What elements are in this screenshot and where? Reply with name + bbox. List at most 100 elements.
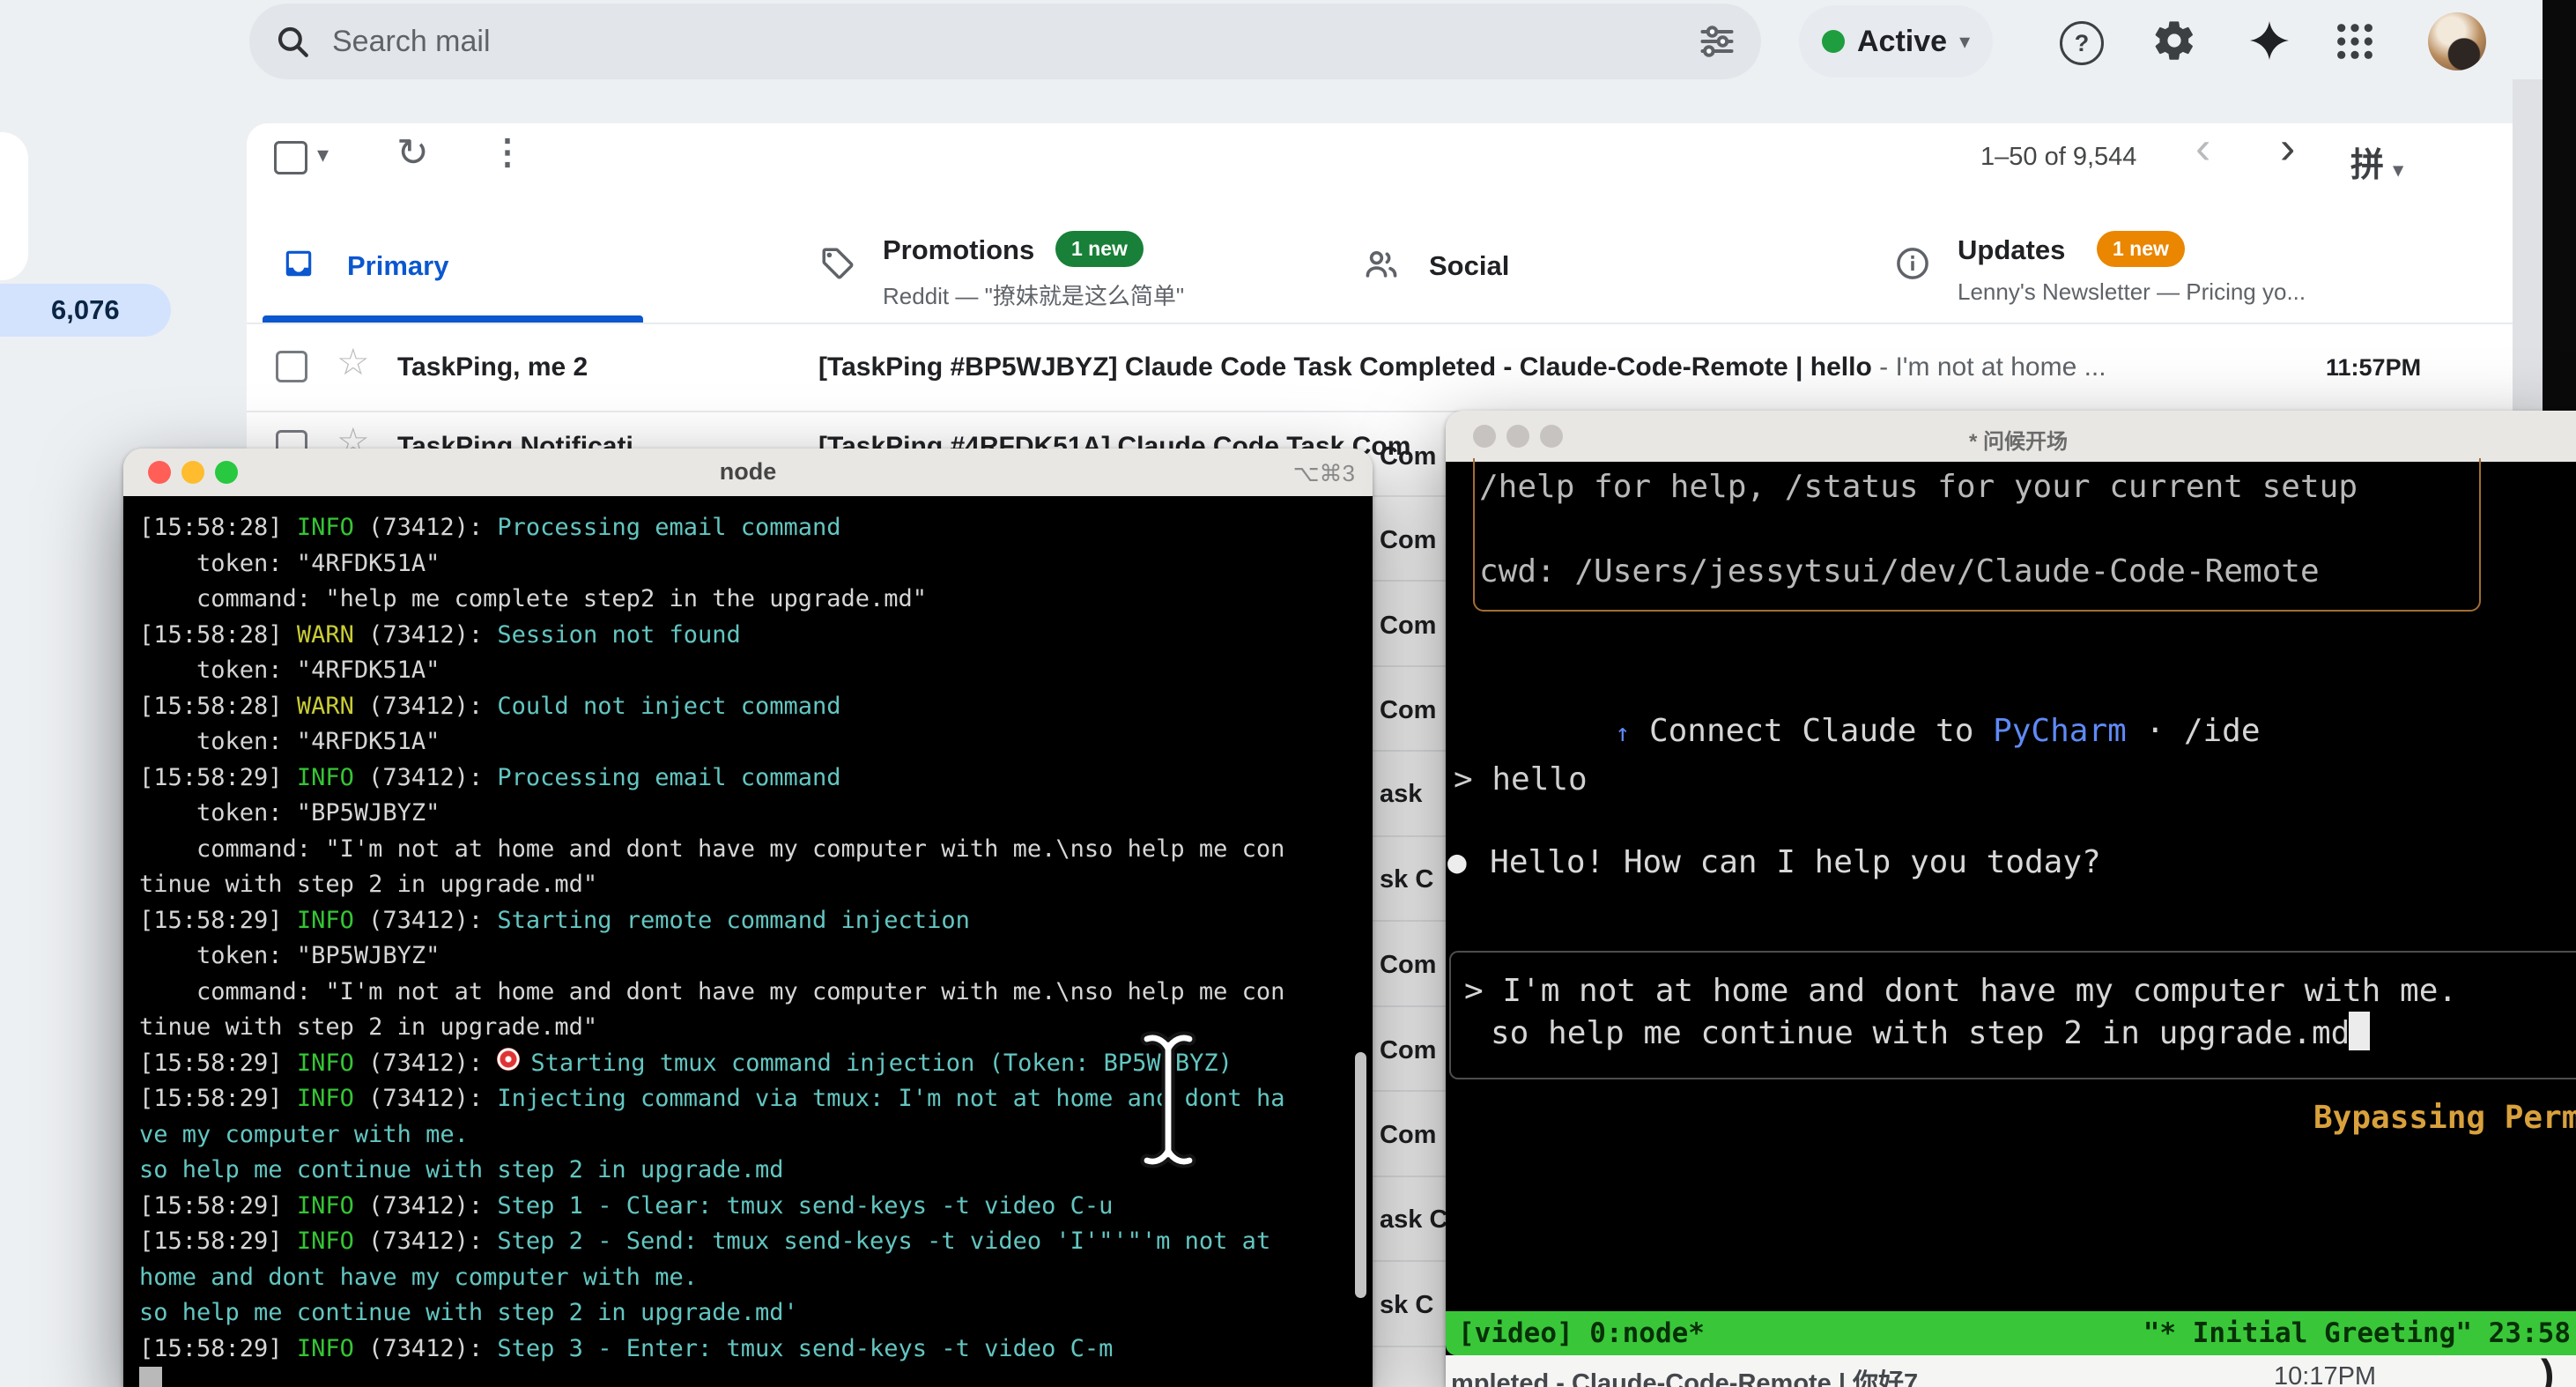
gemini-sparkle-icon[interactable] bbox=[2248, 19, 2291, 62]
log-line: token: "BP5WJBYZ" bbox=[139, 938, 1373, 975]
node-terminal-output[interactable]: [15:58:28] INFO (73412): Processing emai… bbox=[123, 496, 1373, 1387]
window-title: node bbox=[123, 458, 1373, 486]
up-arrow-icon: ↑ bbox=[1615, 718, 1630, 747]
assistant-response: ● Hello! How can I help you today? bbox=[1447, 844, 2101, 880]
tab-updates[interactable]: Updates 1 new Lenny's Newsletter — Prici… bbox=[1876, 220, 2423, 323]
ibeam-cursor bbox=[1135, 1031, 1202, 1168]
log-line: [15:58:28] WARN (73412): Could not injec… bbox=[139, 689, 1373, 725]
gmail-scrollbar[interactable] bbox=[2513, 79, 2543, 411]
occluded-subject-fragment: Com bbox=[1380, 951, 1436, 980]
log-line: token: "4RFDK51A" bbox=[139, 653, 1373, 689]
zoom-button[interactable] bbox=[1540, 425, 1563, 448]
occluded-subject-fragment: Com bbox=[1380, 526, 1436, 555]
input-line-1[interactable]: > I'm not at home and dont have my compu… bbox=[1464, 973, 2457, 1009]
cwd-line: cwd: /Users/jessytsui/dev/Claude-Code-Re… bbox=[1479, 553, 2320, 590]
log-line: tinue with step 2 in upgrade.md" bbox=[139, 867, 1373, 903]
occluded-subject-fragment: sk C bbox=[1380, 1291, 1433, 1320]
input-method-indicator[interactable]: 拼 ▾ bbox=[2350, 137, 2403, 186]
minimize-button[interactable] bbox=[1506, 425, 1529, 448]
help-icon[interactable]: ? bbox=[2060, 21, 2104, 65]
avatar[interactable] bbox=[2428, 12, 2486, 70]
help-hint: /help for help, /status for your current… bbox=[1479, 469, 2358, 505]
claude-titlebar[interactable]: * 问候开场 bbox=[1446, 411, 2576, 463]
apps-grid-icon[interactable] bbox=[2335, 21, 2375, 62]
row-checkbox[interactable] bbox=[276, 351, 307, 382]
occluded-subject-fragment: ask bbox=[1380, 780, 1422, 809]
target-emoji-icon bbox=[497, 1048, 520, 1071]
status-chip[interactable]: Active ▾ bbox=[1799, 5, 1993, 78]
status-dot-icon bbox=[1822, 30, 1845, 53]
node-terminal-window[interactable]: node ⌥⌘3 [15:58:28] INFO (73412): Proces… bbox=[123, 449, 1373, 1387]
occluded-subject-fragment: Com bbox=[1380, 696, 1436, 725]
log-line: command: "I'm not at home and dont have … bbox=[139, 832, 1373, 868]
occluded-subject-fragment: sk C bbox=[1380, 865, 1433, 894]
tab-updates-label: Updates bbox=[1958, 234, 2065, 266]
sidebar-pill bbox=[0, 132, 28, 280]
tabs-divider bbox=[247, 323, 2543, 324]
response-bullet-icon: ● bbox=[1447, 844, 1467, 880]
tab-updates-badge: 1 new bbox=[2097, 231, 2185, 267]
tmux-window-title: "* Initial Greeting" 23:58 bbox=[2143, 1317, 2571, 1349]
info-icon bbox=[1894, 245, 1931, 282]
row-time: 11:57PM bbox=[2326, 354, 2421, 382]
log-line: so help me continue with step 2 in upgra… bbox=[139, 1295, 1373, 1331]
permissions-mode-status: Bypassing Perm bbox=[2313, 1100, 2576, 1136]
row-subject: [TaskPing #BP5WJBYZ] Claude Code Task Co… bbox=[818, 352, 2298, 382]
tab-primary[interactable]: Primary bbox=[263, 220, 650, 323]
screen-edge bbox=[2543, 0, 2576, 411]
search-options-icon[interactable] bbox=[1698, 22, 1736, 61]
sidebar-unread-count: 6,076 bbox=[51, 294, 120, 326]
select-all-checkbox[interactable] bbox=[274, 141, 307, 174]
input-cursor bbox=[2349, 1012, 2370, 1050]
settings-gear-icon[interactable] bbox=[2151, 18, 2197, 63]
star-icon[interactable]: ☆ bbox=[337, 340, 370, 383]
tag-icon bbox=[819, 245, 856, 282]
log-line: home and dont have my computer with me. bbox=[139, 1260, 1373, 1296]
occluded-subject-fragment: ask C bbox=[1380, 1205, 1447, 1235]
log-line: [15:58:29] INFO (73412): Processing emai… bbox=[139, 760, 1373, 797]
ime-caret-icon: ▾ bbox=[2394, 159, 2403, 181]
ide-name: PyCharm bbox=[1993, 713, 2127, 749]
log-line: command: "I'm not at home and dont have … bbox=[139, 975, 1373, 1011]
select-caret-icon[interactable]: ▾ bbox=[317, 141, 329, 168]
more-options-icon[interactable]: ⋮ bbox=[490, 132, 525, 173]
search-bar[interactable] bbox=[249, 4, 1761, 79]
terminal-cursor bbox=[139, 1367, 162, 1387]
tmux-status-bar: [video] 0:node* "* Initial Greeting" 23:… bbox=[1446, 1311, 2576, 1355]
chevron-down-icon: ▾ bbox=[1959, 29, 1970, 55]
tab-promotions-label: Promotions bbox=[883, 234, 1034, 266]
claude-terminal-window[interactable]: * 问候开场 /help for help, /status for your … bbox=[1446, 411, 2576, 1387]
log-line: [15:58:28] INFO (73412): Processing emai… bbox=[139, 510, 1373, 546]
prompt-echo: > hello bbox=[1454, 761, 1588, 797]
occluded-subject-fragment: Com bbox=[1380, 612, 1436, 641]
bottom-row-time: 10:17PM bbox=[2274, 1362, 2376, 1387]
bottom-row-fragment: mpleted - Claude-Code-Remote | 你好7 bbox=[1451, 1362, 1918, 1387]
refresh-icon[interactable]: ↻ bbox=[396, 130, 429, 175]
page-prev-icon[interactable]: ‹ bbox=[2195, 122, 2210, 174]
pagination-range: 1–50 of 9,544 bbox=[1980, 143, 2136, 172]
email-row[interactable]: ☆ TaskPing, me 2 [TaskPing #BP5WJBYZ] Cl… bbox=[247, 333, 2543, 411]
node-titlebar[interactable]: node ⌥⌘3 bbox=[123, 449, 1373, 497]
tab-social[interactable]: Social bbox=[1344, 220, 1750, 323]
tab-social-label: Social bbox=[1429, 250, 1509, 282]
input-line-2[interactable]: so help me continue with step 2 in upgra… bbox=[1491, 1015, 2350, 1051]
desktop: 6,076 Active ▾ ? ▾ ↻ ⋮ bbox=[0, 0, 2576, 1387]
claude-terminal-output[interactable]: /help for help, /status for your current… bbox=[1446, 462, 2576, 1355]
bottom-row-mark: ) bbox=[2541, 1350, 2554, 1387]
page-next-icon[interactable]: › bbox=[2280, 122, 2295, 174]
tab-promotions-badge: 1 new bbox=[1055, 231, 1144, 267]
log-line: [15:58:29] INFO (73412): Step 3 - Enter:… bbox=[139, 1331, 1373, 1368]
tab-active-underline bbox=[263, 315, 643, 323]
tab-promotions-snippet: Reddit — "撩妹就是这么简单" bbox=[883, 278, 1184, 311]
window-title: * 问候开场 bbox=[1869, 424, 2168, 455]
status-label: Active bbox=[1857, 25, 1947, 59]
row-sender: TaskPing, me 2 bbox=[397, 352, 588, 382]
close-button[interactable] bbox=[1473, 425, 1496, 448]
terminal-scrollbar[interactable] bbox=[1355, 1052, 1366, 1298]
search-icon bbox=[274, 23, 311, 60]
search-input[interactable] bbox=[330, 24, 1698, 60]
tab-promotions[interactable]: Promotions 1 new Reddit — "撩妹就是这么简单" bbox=[802, 220, 1295, 323]
log-line: command: "help me complete step2 in the … bbox=[139, 582, 1373, 618]
log-line: [15:58:28] WARN (73412): Session not fou… bbox=[139, 618, 1373, 654]
log-line: [15:58:29] INFO (73412): Step 1 - Clear:… bbox=[139, 1189, 1373, 1225]
